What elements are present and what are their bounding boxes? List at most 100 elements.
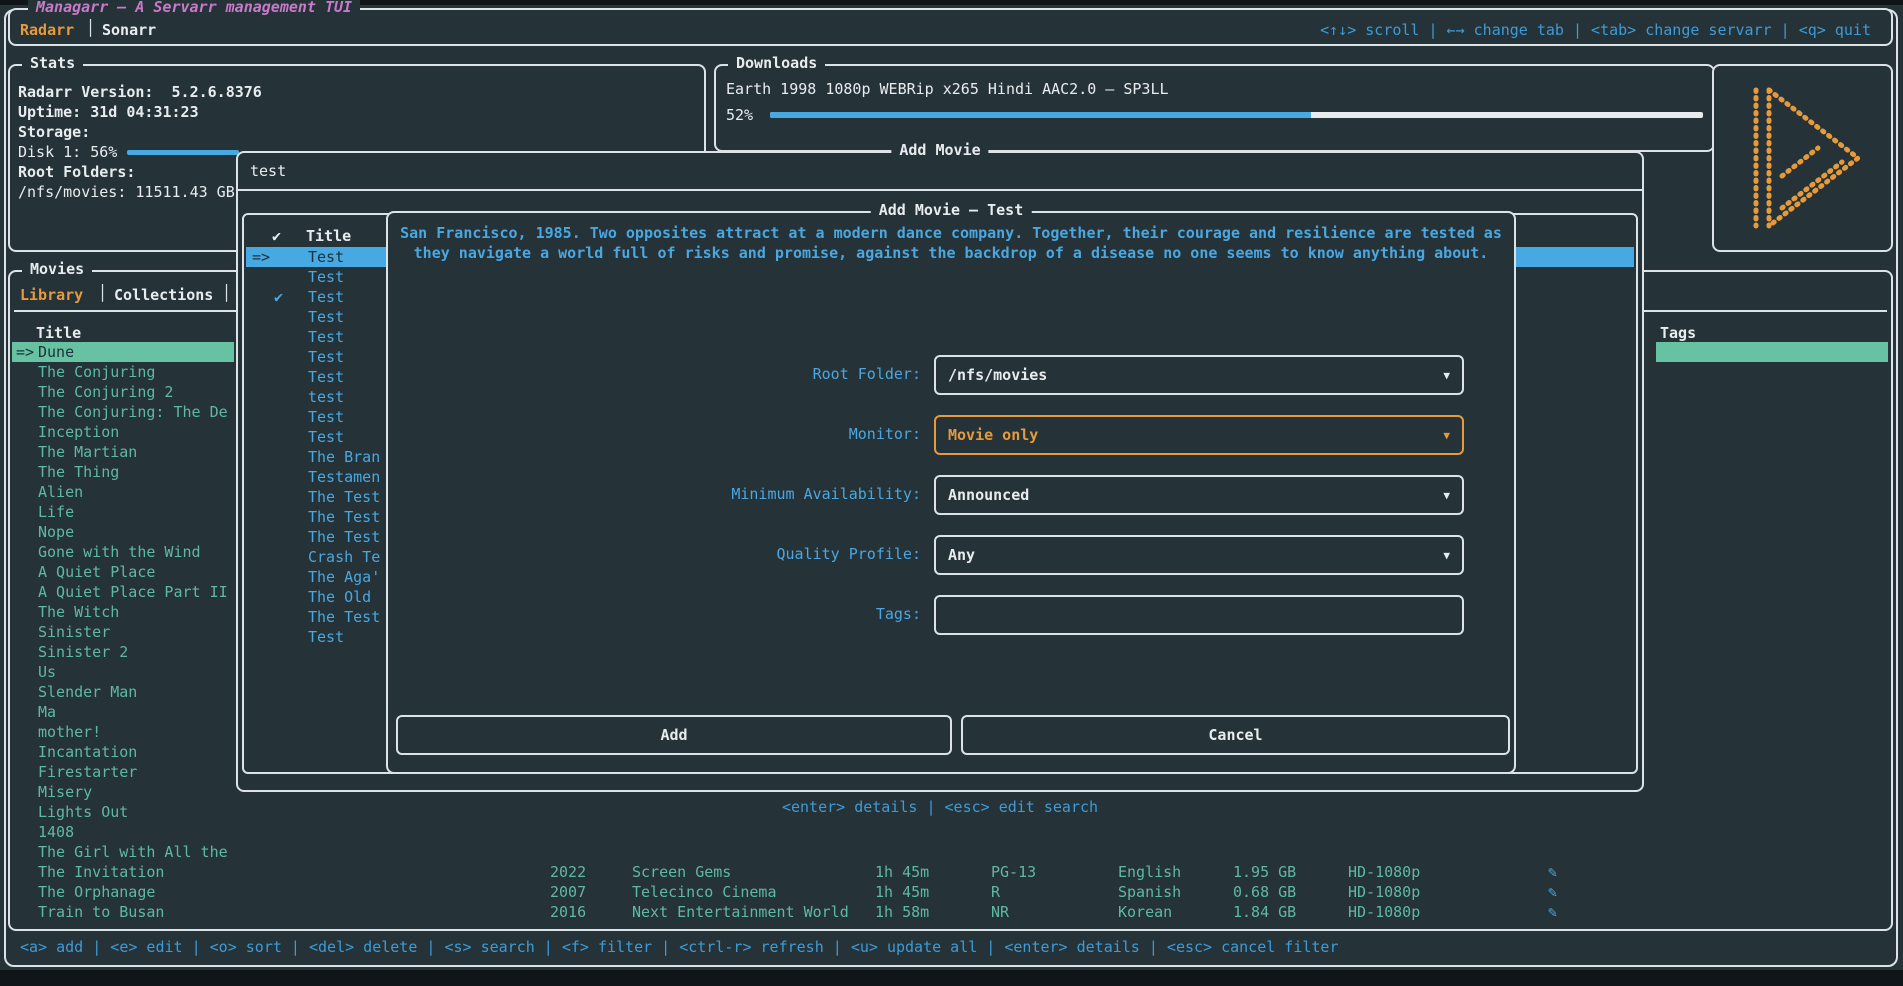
radarr-version: Radarr Version: 5.2.6.8376 [18, 82, 704, 102]
movie-title: Slender Man [38, 682, 137, 702]
movie-language: English [1118, 862, 1181, 882]
disk-usage-bar [127, 150, 239, 155]
movie-title: Misery [38, 782, 92, 802]
root-folder-label: Root Folder: [388, 365, 921, 383]
result-title: Test [308, 327, 344, 347]
movie-overview: San Francisco, 1985. Two opposites attra… [400, 223, 1502, 263]
result-title: The Test [308, 507, 380, 527]
tab-library[interactable]: Library [20, 286, 83, 304]
result-title: Test [308, 267, 344, 287]
movie-title: The Conjuring [38, 362, 155, 382]
movie-search-input[interactable]: test [238, 153, 1642, 191]
tags-input[interactable] [934, 595, 1464, 635]
movie-studio: Next Entertainment World [632, 902, 849, 922]
movie-title: The Conjuring: The De [38, 402, 228, 422]
chevron-down-icon: ▼ [1443, 429, 1450, 442]
result-title: Test [308, 407, 344, 427]
selected-row-tags-highlight [1656, 342, 1888, 362]
movie-title: The Girl with All the [38, 842, 228, 862]
monitor-label: Monitor: [388, 425, 921, 443]
movie-title: Gone with the Wind [38, 542, 201, 562]
download-progress-fill [770, 112, 1311, 118]
movie-title: Ma [38, 702, 56, 722]
movie-title: A Quiet Place [38, 562, 155, 582]
movie-runtime: 1h 58m [875, 902, 929, 922]
managarr-screen: Managarr – A Servarr management TUI Rada… [0, 0, 1903, 986]
tab-collections[interactable]: Collections [114, 286, 213, 304]
selected-row-highlight: => Dune [12, 342, 234, 362]
tab-radarr[interactable]: Radarr [20, 21, 74, 39]
root-folder-select[interactable]: /nfs/movies ▼ [934, 355, 1464, 395]
result-title: Test [308, 287, 344, 307]
result-title: The Aga' [308, 567, 380, 587]
chevron-down-icon: ▼ [1443, 369, 1450, 382]
chevron-down-icon: ▼ [1443, 489, 1450, 502]
result-title: The Bran [308, 447, 380, 467]
movie-quality: HD-1080p [1348, 902, 1420, 922]
movie-rating: PG-13 [991, 862, 1036, 882]
add-button[interactable]: Add [396, 715, 952, 755]
movie-title: Us [38, 662, 56, 682]
movie-row[interactable]: 1408 [12, 822, 1889, 842]
minimum-availability-select[interactable]: Announced ▼ [934, 475, 1464, 515]
tab-sonarr[interactable]: Sonarr [102, 21, 156, 39]
result-title: Test [308, 427, 344, 447]
movie-row[interactable]: The Orphanage 2007 Telecinco Cinema 1h 4… [12, 882, 1889, 902]
movie-title: mother! [38, 722, 101, 742]
movie-title: Lights Out [38, 802, 128, 822]
root-folder-value: /nfs/movies [936, 357, 1462, 393]
movie-title: Life [38, 502, 74, 522]
monitored-check-icon: ✔ [274, 287, 283, 307]
movie-language: Korean [1118, 902, 1172, 922]
quality-profile-select[interactable]: Any ▼ [934, 535, 1464, 575]
movie-title: The Orphanage [38, 882, 155, 902]
bottom-strip [0, 970, 1903, 986]
movie-size: 1.95 GB [1233, 862, 1296, 882]
movie-title: Incantation [38, 742, 137, 762]
managarr-logo [1742, 80, 1868, 236]
result-title: Test [308, 367, 344, 387]
results-title-header: Title [306, 227, 351, 245]
check-column-header: ✔ [272, 227, 281, 245]
edit-icon[interactable]: ✎ [1548, 862, 1557, 882]
selection-marker: => [16, 342, 34, 362]
global-keybind-help: <↑↓> scroll | ←→ change tab | <tab> chan… [1320, 21, 1871, 39]
result-title: The Test [308, 527, 380, 547]
movie-title: Nope [38, 522, 74, 542]
movie-studio: Telecinco Cinema [632, 882, 777, 902]
movies-panel-title: Movies [22, 260, 92, 278]
movie-year: 2016 [550, 902, 586, 922]
movie-title: The Conjuring 2 [38, 382, 173, 402]
keybind-bar: <a> add | <e> edit | <o> sort | <del> de… [20, 938, 1339, 956]
movie-year: 2007 [550, 882, 586, 902]
minimum-availability-field: Minimum Availability: Announced ▼ [388, 475, 1514, 515]
movie-title: Alien [38, 482, 83, 502]
movie-size: 1.84 GB [1233, 902, 1296, 922]
storage-label: Storage: [18, 122, 704, 142]
edit-icon[interactable]: ✎ [1548, 902, 1557, 922]
cancel-button[interactable]: Cancel [961, 715, 1510, 755]
result-title: Testamen [308, 467, 380, 487]
movie-title: The Witch [38, 602, 119, 622]
minimum-availability-value: Announced [936, 477, 1462, 513]
movie-row[interactable]: The Invitation 2022 Screen Gems 1h 45m P… [12, 862, 1889, 882]
movie-title: The Thing [38, 462, 119, 482]
result-title: Test [308, 627, 344, 647]
monitor-field: Monitor: Movie only ▼ [388, 415, 1514, 455]
modal-keybind-help: <enter> details | <esc> edit search [236, 798, 1644, 816]
disk-label: Disk 1: 56% [18, 143, 117, 161]
quality-profile-label: Quality Profile: [388, 545, 921, 563]
movie-quality: HD-1080p [1348, 862, 1420, 882]
movie-title: Dune [38, 342, 74, 362]
result-title: The Test [308, 607, 380, 627]
edit-icon[interactable]: ✎ [1548, 882, 1557, 902]
movie-row[interactable]: The Girl with All the [12, 842, 1889, 862]
quality-profile-value: Any [936, 537, 1462, 573]
monitor-value: Movie only [936, 417, 1462, 453]
minimum-availability-label: Minimum Availability: [388, 485, 921, 503]
movie-title: 1408 [38, 822, 74, 842]
movie-title: Firestarter [38, 762, 137, 782]
monitor-select[interactable]: Movie only ▼ [934, 415, 1464, 455]
root-folder-field: Root Folder: /nfs/movies ▼ [388, 355, 1514, 395]
movie-row[interactable]: Train to Busan 2016 Next Entertainment W… [12, 902, 1889, 922]
